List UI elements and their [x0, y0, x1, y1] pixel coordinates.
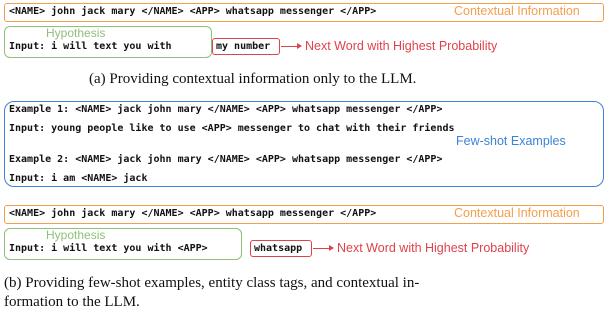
- prediction-tag-a: Next Word with Highest Probability: [305, 39, 498, 53]
- arrow-head-b: [329, 245, 334, 251]
- arrow-line-b: [313, 248, 330, 249]
- context-text-a: <NAME> john jack mary </NAME> <APP> what…: [9, 6, 377, 17]
- caption-a: (a) Providing contextual information onl…: [89, 71, 417, 87]
- predicted-word-b: whatsapp: [254, 243, 303, 254]
- hypothesis-tag-a: Hypothesis: [46, 26, 106, 40]
- example-line-4: Input: i am <NAME> jack: [9, 173, 148, 184]
- input-text-a: Input: i will text you with: [9, 41, 172, 52]
- example-line-1: Example 1: <NAME> jack john mary </NAME>…: [9, 104, 443, 115]
- example-line-3: Example 2: <NAME> jack john mary </NAME>…: [9, 154, 443, 165]
- caption-b-line-1: (b) Providing few-shot examples, entity …: [4, 275, 420, 291]
- caption-b-line-2: formation to the LLM.: [4, 294, 140, 310]
- context-tag-b: Contextual Information: [454, 206, 580, 220]
- context-tag-a: Contextual Information: [454, 4, 580, 18]
- prediction-tag-b: Next Word with Highest Probability: [337, 241, 530, 255]
- fewshot-tag: Few-shot Examples: [456, 134, 566, 148]
- context-text-b: <NAME> john jack mary </NAME> <APP> what…: [9, 208, 377, 219]
- predicted-word-a: my number: [216, 41, 271, 52]
- arrow-line-a: [281, 46, 298, 47]
- hypothesis-tag-b: Hypothesis: [46, 228, 106, 242]
- example-line-2: Input: young people like to use <APP> me…: [9, 123, 455, 134]
- input-text-b: Input: i will text you with <APP>: [9, 243, 208, 254]
- arrow-head-a: [297, 43, 302, 49]
